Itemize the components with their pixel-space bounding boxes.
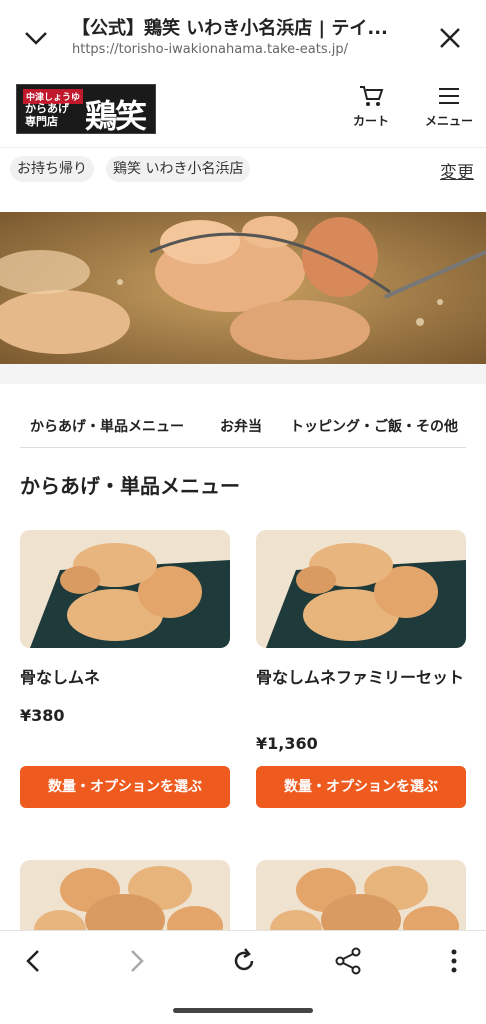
- logo-brand: 鶏笑: [85, 97, 147, 135]
- forward-arrow-icon[interactable]: [120, 945, 152, 977]
- page-title: 【公式】鶏笑 いわき小名浜店 | テイ...: [72, 18, 388, 39]
- browser-bottom-nav: [0, 930, 486, 1024]
- karaage-plate-illustration: [20, 530, 230, 648]
- karaage-plate-illustration: [256, 530, 466, 648]
- menu-label: メニュー: [424, 114, 473, 128]
- share-icon[interactable]: [332, 945, 364, 977]
- tab-karaage[interactable]: からあげ・単品メニュー: [30, 416, 184, 436]
- tab-toppings[interactable]: トッピング・ご飯・その他: [290, 416, 458, 436]
- section-title: からあげ・単品メニュー: [20, 474, 240, 498]
- hero-image: [0, 212, 486, 364]
- product-price: ¥380: [20, 706, 65, 725]
- chevron-down-icon[interactable]: [22, 24, 50, 52]
- hero-divider: [0, 364, 486, 384]
- cart-label: カート: [352, 114, 389, 128]
- more-vert-icon[interactable]: [438, 945, 470, 977]
- hamburger-menu-icon: [439, 88, 459, 104]
- product-image[interactable]: [20, 530, 230, 648]
- select-options-button[interactable]: 数量・オプションを選ぶ: [256, 766, 466, 808]
- menu-button[interactable]: メニュー: [414, 84, 484, 129]
- page-url[interactable]: https://torisho-iwakionahama.take-eats.j…: [72, 42, 412, 57]
- category-tabs: からあげ・単品メニュー お弁当 トッピング・ご飯・その他: [20, 412, 466, 448]
- select-options-button[interactable]: 数量・オプションを選ぶ: [20, 766, 230, 808]
- change-store-link[interactable]: 変更: [440, 158, 474, 183]
- home-indicator[interactable]: [173, 1008, 313, 1013]
- brand-logo[interactable]: 中津しょうゆ からあげ 専門店 鶏笑: [16, 84, 156, 135]
- store-selector-row: お持ち帰り 鶏笑 いわき小名浜店 変更: [0, 148, 486, 188]
- product-name[interactable]: 骨なしムネファミリーセット: [256, 664, 466, 692]
- order-mode-pill: お持ち帰り: [10, 156, 94, 182]
- product-name[interactable]: 骨なしムネ: [20, 664, 230, 692]
- reload-icon[interactable]: [228, 945, 260, 977]
- product-image[interactable]: [256, 530, 466, 648]
- tab-bento[interactable]: お弁当: [220, 416, 262, 436]
- store-name-pill: 鶏笑 いわき小名浜店: [106, 156, 251, 182]
- product-price: ¥1,360: [256, 734, 318, 753]
- close-icon[interactable]: [436, 24, 464, 52]
- back-arrow-icon[interactable]: [18, 945, 50, 977]
- site-header: 中津しょうゆ からあげ 専門店 鶏笑 カート メニュー: [0, 70, 486, 148]
- cart-button[interactable]: カート: [336, 84, 406, 129]
- logo-subtitle: からあげ 専門店: [25, 102, 69, 128]
- fried-chicken-hero-illustration: [0, 212, 486, 364]
- cart-icon: [360, 86, 384, 106]
- browser-top-bar: 【公式】鶏笑 いわき小名浜店 | テイ... https://torisho-i…: [0, 0, 486, 70]
